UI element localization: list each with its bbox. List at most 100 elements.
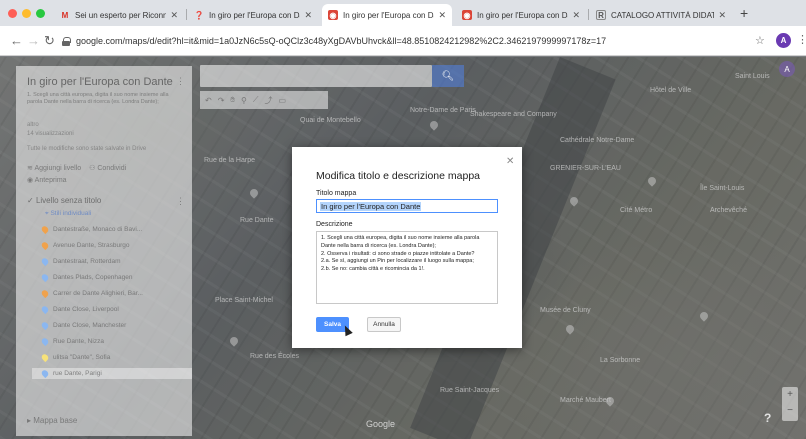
pin-icon	[40, 320, 50, 331]
map-views: 14 visualizzazioni	[27, 131, 74, 137]
close-tab-icon[interactable]: ✕	[718, 10, 726, 21]
google-logo: Google	[366, 419, 396, 429]
eye-icon: ◉	[27, 177, 35, 184]
preview-button[interactable]: ◉ Anteprima	[27, 176, 67, 184]
reload-icon[interactable]: ↻	[44, 33, 55, 49]
list-item[interactable]: Dante Close, Liverpool	[40, 304, 119, 315]
pin-icon	[40, 304, 50, 315]
browser-tab-bar: M Sei un esperto per Riconnessioni ✕ ❓ I…	[0, 0, 806, 26]
url-text: google.com/maps/d/edit?hl=it&mid=1a0JzN6…	[76, 36, 607, 46]
list-item[interactable]: Avenue Dante, Strasburgo	[40, 240, 130, 251]
tab-title: CATALOGO ATTIVITÀ DIDATTICHE	[611, 10, 715, 20]
bookmark-star-icon[interactable]: ☆	[755, 34, 765, 47]
browser-tab-gmail[interactable]: M Sei un esperto per Riconnessioni ✕	[54, 4, 184, 26]
saved-note: Tutte le modifiche sono state salvate in…	[27, 146, 147, 152]
tab-title: Sei un esperto per Riconnessioni	[75, 10, 167, 20]
back-icon[interactable]: ←	[10, 33, 23, 48]
list-item[interactable]: Dantes Plads, Copenhagen	[40, 272, 133, 283]
mouse-cursor-icon	[341, 323, 353, 337]
pin-icon	[40, 336, 50, 347]
checkbox-icon[interactable]: ✓	[27, 196, 36, 205]
profile-avatar[interactable]: A	[776, 33, 791, 48]
marker-icon[interactable]: ⚲	[241, 96, 247, 105]
close-tab-icon[interactable]: ✕	[572, 10, 580, 21]
pin-icon	[40, 224, 50, 235]
tab-title: In giro per l'Europa con Dante	[343, 10, 434, 20]
browser-menu-icon[interactable]: ⋮	[797, 33, 806, 46]
layer-style-link[interactable]: ⌖ Stili individuali	[45, 210, 91, 218]
directions-icon[interactable]: ⤴	[264, 95, 272, 106]
pin-icon	[40, 288, 50, 299]
zoom-out-icon[interactable]: −	[782, 403, 798, 419]
zoom-controls[interactable]: + −	[782, 387, 798, 421]
panel-menu-icon[interactable]: ⋮	[176, 76, 185, 87]
pin-icon	[40, 368, 50, 379]
map-toolbar: ↶ ↷ ✋︎ ⚲ ⟋ ⤴ ▭	[200, 91, 328, 109]
tab-title: In giro per l'Europa con Dante	[477, 10, 568, 20]
map-description[interactable]: 1. Scegli una città europea, digita il s…	[27, 92, 177, 106]
pin-icon	[40, 240, 50, 251]
panel-actions: ≋ Aggiungi livello ⚇ Condividi	[27, 164, 126, 172]
draw-line-icon[interactable]: ⟋	[253, 95, 259, 105]
map-owner: altro	[27, 122, 39, 128]
hand-icon[interactable]: ✋︎	[230, 95, 235, 105]
list-item[interactable]: Dante Close, Manchester	[40, 320, 126, 331]
list-item[interactable]: ulitsa "Dante", Sofia	[40, 352, 110, 363]
minimize-window-icon[interactable]	[22, 9, 31, 18]
list-item[interactable]: Carrer de Dante Alighieri, Bar...	[40, 288, 143, 299]
help-icon[interactable]: ?	[764, 411, 771, 425]
my-maps-icon: ◉	[328, 10, 338, 20]
close-tab-icon[interactable]: ✕	[438, 10, 446, 21]
browser-tab-my-maps-active[interactable]: ◉ In giro per l'Europa con Dante ✕	[322, 4, 452, 26]
title-field-label: Titolo mappa	[316, 190, 357, 197]
cancel-button[interactable]: Annulla	[367, 317, 401, 332]
close-tab-icon[interactable]: ✕	[304, 10, 312, 21]
base-map-toggle[interactable]: ▸ Mappa base	[27, 416, 77, 425]
undo-icon[interactable]: ↶	[205, 96, 212, 105]
description-field-label: Descrizione	[316, 221, 353, 228]
close-icon[interactable]: ✕	[506, 156, 514, 167]
redo-icon[interactable]: ↷	[218, 96, 225, 105]
list-item-selected[interactable]: rue Dante, Parigi	[32, 368, 192, 379]
layer-title[interactable]: ✓ Livello senza titolo	[27, 196, 101, 205]
lock-icon	[62, 36, 71, 46]
map-title-input[interactable]: In giro per l'Europa con Dante	[316, 199, 498, 213]
map-avatar[interactable]: A	[779, 61, 795, 77]
map-search-input[interactable]	[200, 65, 432, 87]
search-icon[interactable]: 🔍︎	[432, 65, 464, 87]
pin-icon	[40, 272, 50, 283]
tab-separator	[588, 9, 589, 20]
list-item[interactable]: Dantestraße, Monaco di Bavi...	[40, 224, 142, 235]
maximize-window-icon[interactable]	[36, 9, 45, 18]
map-title-value: In giro per l'Europa con Dante	[320, 202, 422, 211]
sheets-icon: R	[596, 10, 606, 20]
list-item[interactable]: Rue Dante, Nizza	[40, 336, 104, 347]
list-item[interactable]: Dantestraat, Rotterdam	[40, 256, 121, 267]
map-title[interactable]: In giro per l'Europa con Dante	[27, 76, 173, 88]
add-layer-button[interactable]: ≋ Aggiungi livello	[27, 164, 81, 172]
pin-icon	[40, 352, 50, 363]
browser-tab-maps[interactable]: ❓ In giro per l'Europa con Dante ✕	[188, 4, 318, 26]
forward-icon[interactable]: →	[27, 33, 40, 48]
layer-menu-icon[interactable]: ⋮	[176, 196, 185, 207]
tab-title: In giro per l'Europa con Dante	[209, 10, 300, 20]
zoom-in-icon[interactable]: +	[782, 387, 798, 403]
map-description-textarea[interactable]: 1. Scegli una città europea, digita il s…	[316, 231, 498, 304]
edit-title-dialog: ✕ Modifica titolo e descrizione mappa Ti…	[292, 147, 522, 348]
map-legend-panel: In giro per l'Europa con Dante ⋮ 1. Sceg…	[16, 66, 192, 436]
ruler-icon[interactable]: ▭	[278, 96, 286, 105]
close-tab-icon[interactable]: ✕	[170, 10, 178, 21]
tab-separator	[186, 9, 187, 20]
dialog-title: Modifica titolo e descrizione mappa	[316, 170, 481, 182]
new-tab-icon[interactable]: +	[740, 5, 748, 21]
pin-icon	[40, 256, 50, 267]
maps-pin-icon: ❓	[194, 10, 204, 20]
share-button[interactable]: ⚇ Condividi	[89, 164, 126, 172]
gmail-icon: M	[61, 10, 69, 20]
address-bar: ← → ↻ google.com/maps/d/edit?hl=it&mid=1…	[0, 26, 806, 56]
close-window-icon[interactable]	[8, 9, 17, 18]
my-maps-icon: ◉	[462, 10, 472, 20]
browser-tab-catalogo[interactable]: R CATALOGO ATTIVITÀ DIDATTICHE ✕	[590, 4, 732, 26]
browser-tab-my-maps[interactable]: ◉ In giro per l'Europa con Dante ✕	[456, 4, 586, 26]
url-field[interactable]: google.com/maps/d/edit?hl=it&mid=1a0JzN6…	[62, 31, 742, 51]
